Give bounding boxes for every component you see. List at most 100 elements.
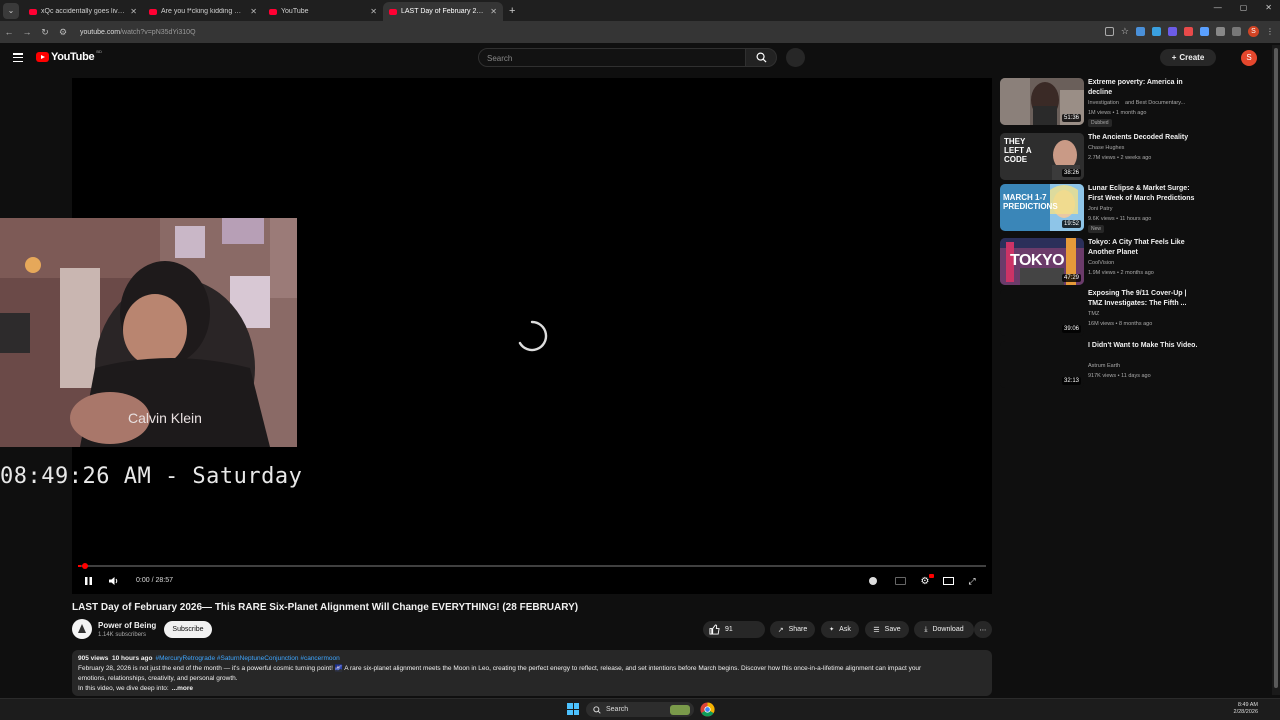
description-line: emotions, relationships, creativity, and… xyxy=(78,675,238,682)
extension-icon[interactable] xyxy=(1136,27,1145,36)
page-scrollbar[interactable] xyxy=(1272,45,1280,695)
forward-icon[interactable]: → xyxy=(18,27,36,37)
save-button[interactable]: ☰ Save xyxy=(865,621,909,638)
new-tab-icon[interactable]: + xyxy=(509,5,515,17)
description-box[interactable]: 905 views 10 hours ago #MercuryRetrograde… xyxy=(72,650,992,696)
search-input[interactable]: Search xyxy=(478,48,746,67)
chrome-icon[interactable] xyxy=(700,702,715,717)
video-thumbnail[interactable]: THEY LEFT A CODE 38:26 xyxy=(1000,133,1084,180)
close-tab-icon[interactable]: ✕ xyxy=(130,7,137,16)
create-button[interactable]: + Create xyxy=(1160,49,1216,66)
fullscreen-button[interactable]: ⤢ xyxy=(966,575,978,587)
clock-overlay: 08:49:26 AM - Saturday xyxy=(0,464,303,489)
recommended-video[interactable]: MARCH 1-7 PREDICTIONS 19:52 Lunar Eclips… xyxy=(1000,184,1200,233)
extension-icon[interactable] xyxy=(1216,27,1225,36)
recommended-title: Exposing The 9/11 Cover-Up | TMZ Investi… xyxy=(1088,290,1187,307)
like-count: 91 xyxy=(725,626,733,633)
video-thumbnail[interactable]: 39:06 xyxy=(1000,289,1084,336)
taskbar-search[interactable]: Search xyxy=(586,702,694,717)
video-thumbnail[interactable]: 32:13 xyxy=(1000,341,1084,388)
recommended-stats: 917K views • 11 days ago xyxy=(1088,373,1151,379)
start-button[interactable] xyxy=(567,703,579,715)
close-tab-icon[interactable]: ✕ xyxy=(370,7,377,16)
profile-avatar[interactable]: S xyxy=(1248,26,1259,37)
url-field[interactable]: youtube.com/watch?v=pN35dYi310Q xyxy=(80,29,196,36)
url-path: /watch?v=pN35dYi310Q xyxy=(120,28,196,36)
download-button[interactable]: ⤓ Download xyxy=(914,621,974,638)
subscribe-button[interactable]: Subscribe xyxy=(164,621,212,638)
more-actions-button[interactable]: ⋯ xyxy=(974,621,992,638)
autoplay-toggle[interactable] xyxy=(868,575,878,587)
channel-avatar[interactable] xyxy=(72,619,92,639)
reload-icon[interactable]: ↻ xyxy=(36,27,54,38)
browser-tab[interactable]: Are you f*cking kidding me.. - ✕ xyxy=(143,2,263,21)
cast-icon[interactable] xyxy=(1104,27,1114,36)
save-icon: ☰ xyxy=(873,626,880,634)
close-tab-icon[interactable]: ✕ xyxy=(490,7,497,16)
dubbed-badge: Dubbed xyxy=(1088,119,1112,127)
system-clock[interactable]: 8:49 AM 2/28/2026 xyxy=(1234,702,1258,716)
youtube-favicon-icon xyxy=(389,8,397,15)
extension-icon[interactable] xyxy=(1152,27,1161,36)
settings-button[interactable]: ⚙ xyxy=(918,574,934,587)
video-thumbnail[interactable]: 51:36 xyxy=(1000,78,1084,125)
recommended-channel: Astrum Earth xyxy=(1088,363,1121,369)
tab-search-button[interactable]: ⌄ xyxy=(3,2,19,19)
browser-menu-icon[interactable]: ⋮ xyxy=(1266,27,1274,36)
scrubber-handle[interactable] xyxy=(82,563,88,569)
progress-played xyxy=(78,565,81,567)
recommended-video[interactable]: 39:06 Exposing The 9/11 Cover-Up | TMZ I… xyxy=(1000,289,1200,337)
hashtags[interactable]: #MercuryRetrograde #SaturnNeptuneConjunc… xyxy=(155,655,339,662)
extension-icon[interactable] xyxy=(1168,27,1177,36)
recommended-video[interactable]: 51:36 Extreme poverty: America in declin… xyxy=(1000,78,1200,127)
ask-button[interactable]: ✦ Ask xyxy=(821,621,859,638)
subtitles-button[interactable] xyxy=(894,575,906,587)
recommended-channel: TMZ xyxy=(1088,311,1100,317)
share-button[interactable]: ↗ Share xyxy=(770,621,815,638)
maximize-icon[interactable]: ▢ xyxy=(1240,3,1248,12)
back-icon[interactable]: ← xyxy=(0,27,18,37)
voice-search-button[interactable] xyxy=(786,48,805,67)
scrollbar-thumb[interactable] xyxy=(1274,48,1278,688)
recommended-video[interactable]: 32:13 I Didn't Want to Make This Video. … xyxy=(1000,341,1200,389)
plus-icon: + xyxy=(1171,53,1177,62)
extensions-area: ☆ S ⋮ xyxy=(1104,26,1274,37)
thumbnail-text: TOKYO xyxy=(1010,252,1065,269)
volume-button[interactable] xyxy=(107,575,119,587)
site-info-icon[interactable]: ⚙ xyxy=(54,27,72,38)
bookmark-star-icon[interactable]: ☆ xyxy=(1121,27,1129,36)
recommended-video[interactable]: THEY LEFT A CODE 38:26 The Ancients Deco… xyxy=(1000,133,1200,181)
pause-button[interactable] xyxy=(82,575,94,587)
progress-bar[interactable] xyxy=(78,563,986,569)
recommended-stats: 9.6K views • 11 hours ago xyxy=(1088,216,1152,222)
browser-tab[interactable]: YouTube ✕ xyxy=(263,2,383,21)
video-thumbnail[interactable]: MARCH 1-7 PREDICTIONS 19:52 xyxy=(1000,184,1084,231)
video-thumbnail[interactable]: TOKYO 47:29 xyxy=(1000,238,1084,285)
youtube-logo[interactable]: YouTube BD xyxy=(36,49,102,63)
extension-icon[interactable] xyxy=(1184,27,1193,36)
recommended-channel: Investigation and Best Documentary... xyxy=(1088,100,1185,106)
search-button[interactable] xyxy=(745,48,777,67)
browser-tab-active[interactable]: LAST Day of February 2026— T ✕ xyxy=(383,2,503,21)
like-button[interactable]: 91 xyxy=(703,621,765,638)
account-avatar[interactable]: S xyxy=(1241,50,1257,66)
close-window-icon[interactable]: ✕ xyxy=(1265,3,1272,12)
video-duration: 32:13 xyxy=(1061,377,1081,385)
channel-name[interactable]: Power of Being xyxy=(98,621,156,630)
menu-icon[interactable] xyxy=(13,53,23,63)
youtube-header: YouTube BD Search + Create S xyxy=(0,43,1280,73)
recommended-channel: CoolVision xyxy=(1088,260,1115,266)
webcam-overlay: Calvin Klein xyxy=(0,218,297,447)
miniplayer-button[interactable] xyxy=(942,575,954,587)
show-more-link[interactable]: ...more xyxy=(172,685,193,692)
browser-tab-strip: ⌄ xQc accidentally goes live with ✕ Are … xyxy=(0,0,1280,21)
close-tab-icon[interactable]: ✕ xyxy=(250,7,257,16)
clock-time: 8:49 AM xyxy=(1237,702,1258,708)
minimize-icon[interactable]: — xyxy=(1214,3,1222,12)
search-icon xyxy=(756,52,767,63)
channel-logo-icon xyxy=(78,624,86,633)
extension-icon[interactable] xyxy=(1200,27,1209,36)
recommended-video[interactable]: TOKYO 47:29 Tokyo: A City That Feels Lik… xyxy=(1000,238,1200,286)
extensions-puzzle-icon[interactable] xyxy=(1232,27,1241,36)
browser-tab[interactable]: xQc accidentally goes live with ✕ xyxy=(23,2,143,21)
